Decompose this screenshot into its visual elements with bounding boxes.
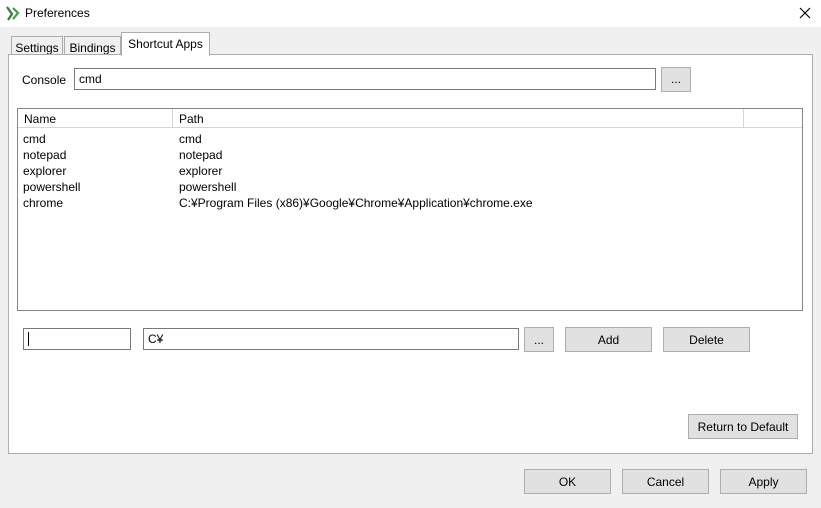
table-row[interactable]: chrome C:¥Program Files (x86)¥Google¥Chr… [18, 195, 802, 211]
row-path: notepad [179, 148, 223, 162]
delete-button[interactable]: Delete [663, 327, 750, 352]
tab-settings-label: Settings [15, 41, 59, 55]
return-to-default-button[interactable]: Return to Default [688, 414, 798, 439]
app-logo-icon [5, 6, 20, 21]
column-header-empty [744, 109, 802, 128]
shortcut-path-input[interactable]: C¥ [143, 328, 519, 350]
row-path: cmd [179, 132, 202, 146]
column-header-name[interactable]: Name [18, 109, 173, 128]
title-bar: Preferences [0, 0, 821, 27]
tab-bindings-label: Bindings [69, 41, 116, 55]
console-label: Console [22, 73, 67, 87]
shortcut-name-input[interactable] [23, 328, 131, 350]
row-path: C:¥Program Files (x86)¥Google¥Chrome¥App… [179, 196, 533, 210]
add-button[interactable]: Add [565, 327, 652, 352]
table-row[interactable]: notepad notepad [18, 147, 802, 163]
tab-shortcut-apps[interactable]: Shortcut Apps [121, 32, 210, 56]
console-input[interactable]: cmd [74, 68, 656, 90]
shortcut-apps-table[interactable]: Name Path cmd cmd notepad notepad explor… [17, 108, 803, 311]
row-path: explorer [179, 164, 223, 178]
column-header-path[interactable]: Path [173, 109, 744, 128]
window-title: Preferences [25, 6, 90, 20]
tab-shortcut-apps-label: Shortcut Apps [128, 37, 203, 51]
ok-button[interactable]: OK [524, 469, 611, 494]
row-name: cmd [23, 132, 46, 146]
apply-button[interactable]: Apply [720, 469, 807, 494]
table-row[interactable]: explorer explorer [18, 163, 802, 179]
row-name: explorer [23, 164, 67, 178]
close-icon[interactable] [796, 4, 814, 22]
text-caret [28, 332, 29, 346]
row-name: chrome [23, 196, 64, 210]
row-name: notepad [23, 148, 67, 162]
table-row[interactable]: powershell powershell [18, 179, 802, 195]
row-name: powershell [23, 180, 81, 194]
console-browse-button[interactable]: ... [661, 67, 691, 92]
cancel-button[interactable]: Cancel [622, 469, 709, 494]
table-row[interactable]: cmd cmd [18, 131, 802, 147]
row-path: powershell [179, 180, 237, 194]
path-browse-button[interactable]: ... [524, 327, 554, 352]
